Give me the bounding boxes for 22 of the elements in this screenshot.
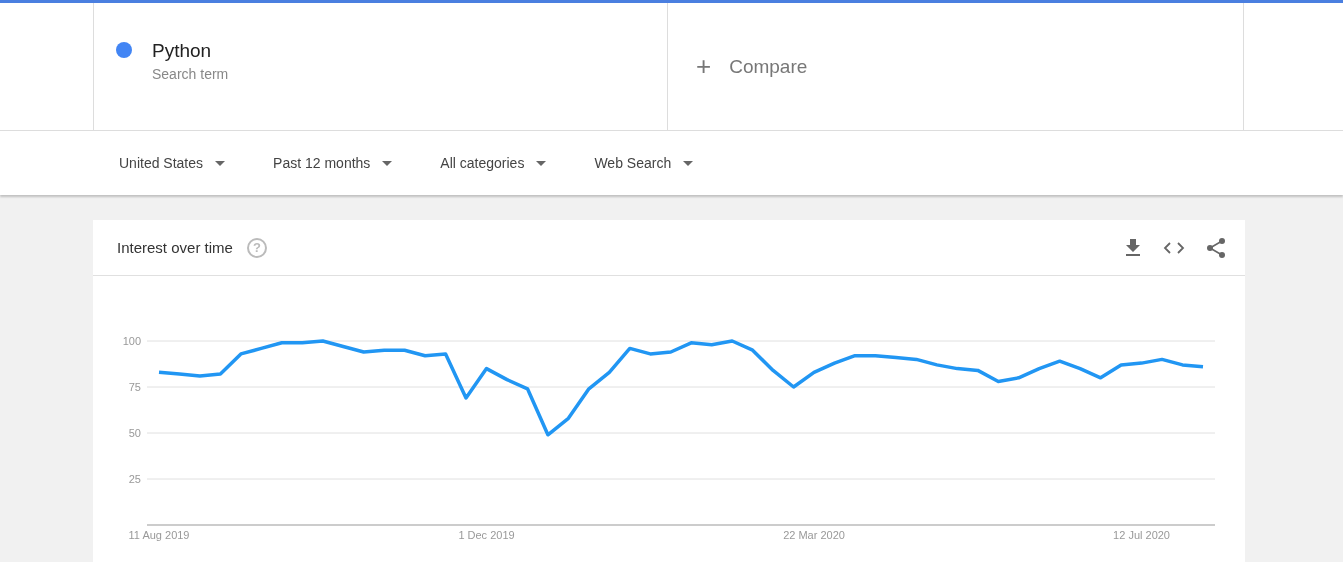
y-axis-label: 100 bbox=[122, 335, 141, 347]
x-axis-label: 22 Mar 2020 bbox=[783, 529, 845, 541]
caret-icon bbox=[382, 160, 393, 166]
search-term-label: Search term bbox=[152, 65, 229, 82]
filter-dropdown[interactable]: All categories bbox=[440, 155, 547, 171]
share-icon[interactable] bbox=[1207, 237, 1225, 258]
y-axis-label: 50 bbox=[128, 427, 141, 439]
embed-code-icon[interactable] bbox=[1163, 241, 1185, 254]
y-axis-label: 25 bbox=[128, 473, 141, 485]
card-title: Interest over time bbox=[117, 239, 233, 256]
y-axis-label: 75 bbox=[128, 381, 141, 393]
caret-icon bbox=[683, 160, 694, 166]
caret-icon bbox=[215, 160, 226, 166]
search-term-name[interactable]: Python bbox=[152, 39, 229, 62]
x-axis-label: 12 Jul 2020 bbox=[1113, 529, 1170, 541]
filter-dropdown[interactable]: Past 12 months bbox=[273, 155, 393, 171]
x-axis-label: 1 Dec 2019 bbox=[458, 529, 515, 541]
caret-icon bbox=[536, 160, 547, 166]
download-icon[interactable] bbox=[1125, 238, 1141, 257]
filter-dropdown[interactable]: Web Search bbox=[594, 155, 694, 171]
x-axis-label: 11 Aug 2019 bbox=[128, 529, 190, 541]
filter-dropdown[interactable]: United States bbox=[119, 155, 226, 171]
